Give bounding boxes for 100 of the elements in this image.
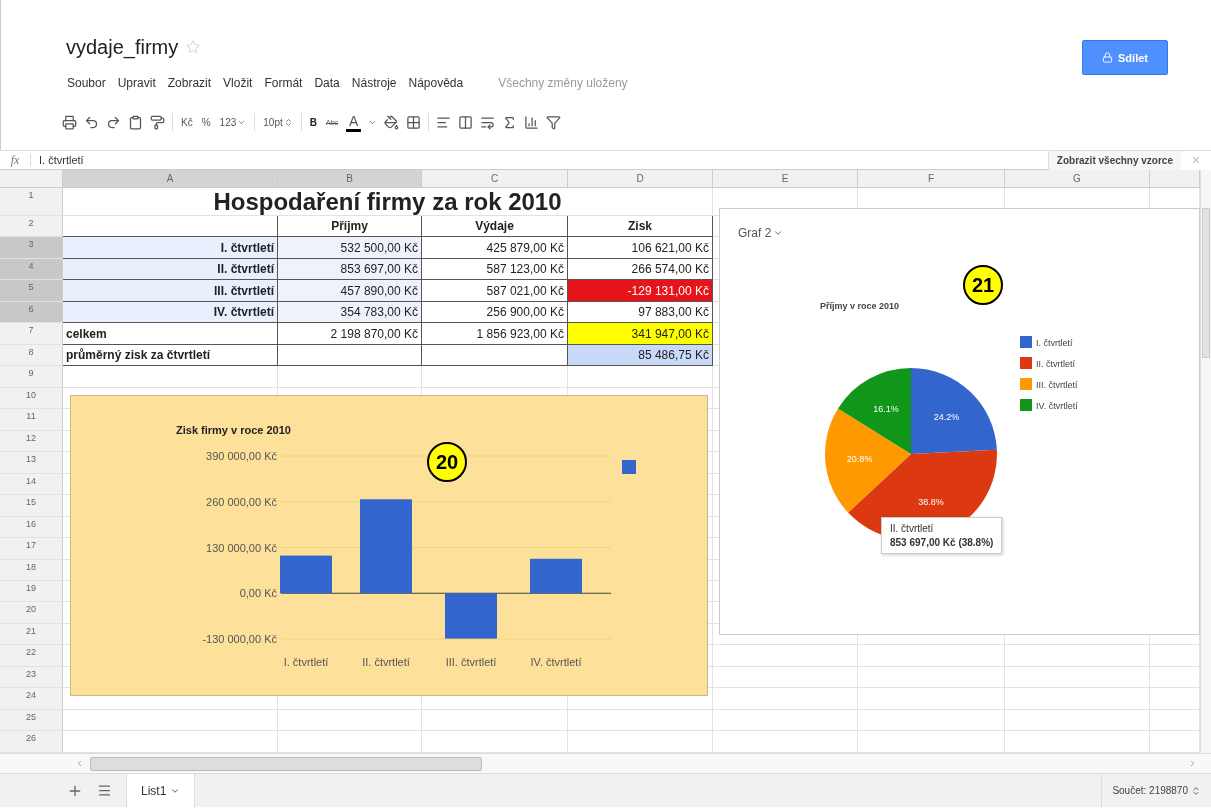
menu-item[interactable]: Formát xyxy=(263,74,304,92)
menu-item[interactable]: Nástroje xyxy=(350,74,398,92)
axis-label: 0,00 Kč xyxy=(239,587,277,600)
filter-icon[interactable] xyxy=(546,114,562,130)
row-header[interactable]: 2 xyxy=(0,216,63,238)
table-cell: celkem xyxy=(63,323,278,345)
table-cell: Příjmy xyxy=(278,216,422,238)
borders-icon[interactable] xyxy=(406,114,422,130)
row-header[interactable]: 9 xyxy=(0,366,63,388)
row-header[interactable]: 24 xyxy=(0,688,63,710)
table-cell: IV. čtvrtletí xyxy=(63,301,278,324)
row-header[interactable]: 16 xyxy=(0,516,63,539)
bar xyxy=(280,555,332,594)
wrap-icon[interactable] xyxy=(480,114,496,130)
column-header[interactable]: F xyxy=(858,170,1005,188)
table-cell: 532 500,00 Kč xyxy=(278,237,422,259)
lock-icon xyxy=(1102,52,1113,63)
bold-button[interactable]: B xyxy=(308,114,318,130)
undo-icon[interactable] xyxy=(84,114,99,130)
column-header[interactable]: C xyxy=(422,170,568,188)
row-header[interactable]: 25 xyxy=(0,709,63,732)
clipboard-icon[interactable] xyxy=(128,114,143,130)
row-header[interactable]: 19 xyxy=(0,580,63,603)
row-header[interactable]: 20 xyxy=(0,602,63,624)
row-header[interactable]: 8 xyxy=(0,344,63,367)
menu-item[interactable]: Vložit xyxy=(222,74,254,92)
column-header[interactable]: D xyxy=(568,170,713,188)
row-header[interactable]: 12 xyxy=(0,430,63,453)
table-cell: 1 856 923,00 Kč xyxy=(422,323,568,345)
axis-label: I. čtvrtletí xyxy=(283,656,329,668)
percent-button[interactable]: % xyxy=(200,114,212,130)
table-cell: 256 900,00 Kč xyxy=(422,301,568,324)
menu-item[interactable]: Soubor xyxy=(66,74,107,92)
fx-label: fx xyxy=(9,152,21,168)
stepper-icon xyxy=(1191,785,1201,796)
axis-label: III. čtvrtletí xyxy=(445,656,497,668)
row-header[interactable]: 1 xyxy=(0,188,63,216)
table-cell: -129 131,00 Kč xyxy=(568,280,713,302)
table-cell: 85 486,75 Kč xyxy=(568,344,713,367)
table-cell: 425 879,00 Kč xyxy=(422,237,568,259)
row-header[interactable]: 22 xyxy=(0,645,63,667)
menu-item[interactable]: Data xyxy=(313,74,341,92)
show-formulas-button[interactable]: Zobrazit všechny vzorce xyxy=(1047,150,1181,170)
row-header[interactable]: 14 xyxy=(0,473,63,496)
row-header[interactable]: 5 xyxy=(0,280,63,302)
axis-label: -130 000,00 Kč xyxy=(202,633,277,645)
star-icon[interactable] xyxy=(186,40,201,54)
row-header[interactable]: 10 xyxy=(0,387,63,410)
number-format-dropdown[interactable]: 123 xyxy=(218,114,248,130)
currency-button[interactable]: Kč xyxy=(180,114,194,130)
caret-icon xyxy=(773,228,784,238)
column-header[interactable]: A xyxy=(63,170,278,188)
row-header[interactable]: 26 xyxy=(0,731,63,753)
row-header[interactable]: 15 xyxy=(0,495,63,517)
chart-icon[interactable] xyxy=(524,114,540,130)
row-header[interactable]: 13 xyxy=(0,452,63,474)
menu-item[interactable]: Upravit xyxy=(116,74,157,92)
callout-badge: 20 xyxy=(427,442,467,482)
column-header[interactable]: B xyxy=(278,170,422,188)
row-header[interactable]: 7 xyxy=(0,323,63,345)
row-header[interactable]: 18 xyxy=(0,559,63,581)
axis-label: IV. čtvrtletí xyxy=(530,656,582,668)
legend-label: I. čtvrtletí xyxy=(1036,338,1073,348)
redo-icon[interactable] xyxy=(106,114,121,130)
share-button[interactable]: Sdílet xyxy=(1082,40,1168,75)
slice-label: 20.8% xyxy=(846,453,873,464)
chart-menu[interactable]: Graf 2 xyxy=(732,225,790,241)
column-header[interactable]: E xyxy=(713,170,858,188)
row-header[interactable]: 3 xyxy=(0,237,63,259)
paint-roller-icon[interactable] xyxy=(150,114,165,130)
font-size-dropdown[interactable]: 10pt xyxy=(262,114,294,130)
row-header[interactable]: 4 xyxy=(0,258,63,281)
axis-label: 260 000,00 Kč xyxy=(206,495,277,508)
text-color-button[interactable]: A xyxy=(346,112,362,132)
save-status: Všechny změny uloženy xyxy=(498,76,628,90)
row-header[interactable]: 21 xyxy=(0,623,63,646)
slice-label: 16.1% xyxy=(873,403,899,414)
merge-icon[interactable] xyxy=(458,114,474,130)
table-cell: průměrný zisk za čtvrtletí xyxy=(63,344,278,367)
row-header[interactable]: 17 xyxy=(0,538,63,560)
row-header[interactable]: 11 xyxy=(0,409,63,431)
vertical-scrollbar[interactable] xyxy=(1200,170,1211,753)
tooltip-value: 853 697,00 Kč (38.8%) xyxy=(890,537,994,548)
sum-status[interactable]: Součet: 2198870 xyxy=(1101,773,1211,808)
align-icon[interactable] xyxy=(436,114,452,130)
menu-item[interactable]: Zobrazit xyxy=(166,74,213,92)
sheet-tab[interactable]: List1 xyxy=(126,773,196,808)
formula-field[interactable]: I. čtvrtletí xyxy=(30,154,1048,166)
row-header[interactable]: 23 xyxy=(0,666,63,689)
menu-item[interactable]: Nápověda xyxy=(407,74,465,92)
bar xyxy=(530,558,582,594)
sheet-list-button[interactable] xyxy=(97,783,112,798)
slice-label: 24.2% xyxy=(933,411,960,422)
chart-title: Příjmy v roce 2010 xyxy=(820,301,900,311)
row-header[interactable]: 6 xyxy=(0,301,63,324)
column-header[interactable]: G xyxy=(1005,170,1150,188)
table-cell: 587 123,00 Kč xyxy=(422,258,568,281)
print-icon[interactable] xyxy=(62,114,77,130)
table-cell: 341 947,00 Kč xyxy=(568,323,713,345)
fill-color-icon[interactable] xyxy=(384,114,400,130)
